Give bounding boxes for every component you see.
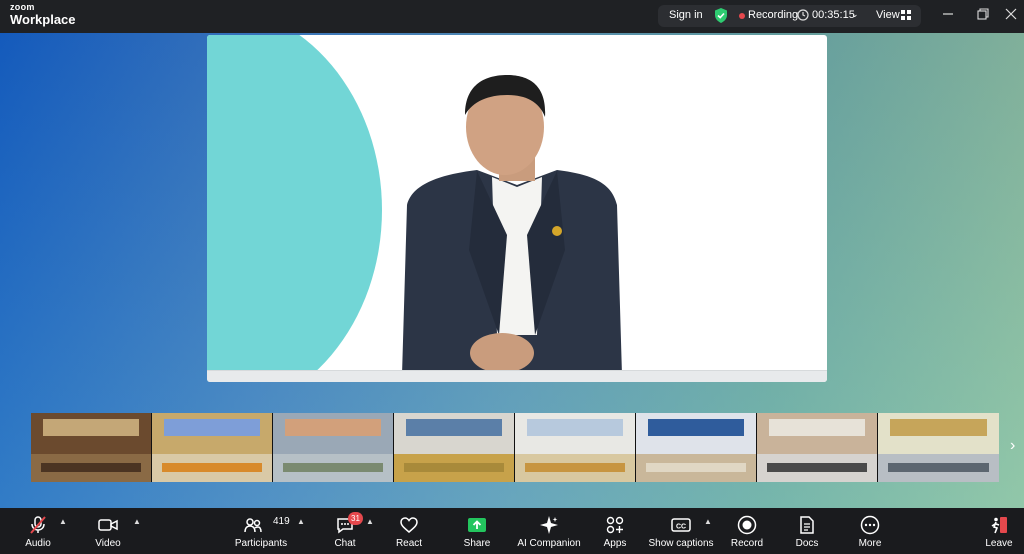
show-captions-button[interactable]: CC Show captions [648, 508, 714, 554]
docs-button[interactable]: Docs [791, 508, 823, 554]
audio-button[interactable]: Audio [22, 508, 54, 554]
chevron-right-icon[interactable]: › [1010, 437, 1015, 455]
participant-thumbnail[interactable] [273, 413, 394, 482]
active-speaker-video[interactable] [207, 35, 827, 382]
closed-captions-icon: CC [671, 518, 691, 532]
participant-thumbnail[interactable] [515, 413, 636, 482]
recording-label[interactable]: Recording [748, 9, 798, 21]
grid-view-icon[interactable] [901, 10, 911, 20]
leave-door-icon [991, 517, 1007, 534]
captions-options-caret-icon[interactable]: ▲ [704, 517, 712, 526]
participants-label: Participants [234, 538, 288, 549]
share-label: Share [463, 538, 491, 549]
more-button[interactable]: More [854, 508, 886, 554]
chat-options-caret-icon[interactable]: ▲ [366, 517, 374, 526]
participants-count: 419 [273, 516, 290, 527]
leave-button[interactable]: Leave [984, 508, 1014, 554]
record-icon [737, 515, 757, 535]
participant-thumbnail-strip [31, 413, 999, 482]
recording-dot-icon [739, 13, 745, 19]
leave-label: Leave [985, 538, 1013, 549]
sparkle-icon [540, 516, 558, 534]
share-screen-icon [468, 518, 486, 532]
minimize-icon[interactable] [940, 6, 956, 22]
svg-text:CC: CC [676, 524, 686, 531]
chevron-down-icon[interactable]: ⌄ [851, 9, 859, 20]
restore-icon[interactable] [975, 6, 991, 22]
docs-label: Docs [795, 538, 819, 549]
shield-check-icon[interactable] [714, 8, 728, 23]
audio-label: Audio [25, 538, 51, 549]
participant-thumbnail[interactable] [31, 413, 152, 482]
view-button[interactable]: View [876, 9, 900, 21]
participant-thumbnail[interactable] [878, 413, 999, 482]
desk-surface [207, 370, 827, 382]
more-dots-icon [860, 515, 880, 535]
record-button[interactable]: Record [730, 508, 764, 554]
record-label: Record [730, 538, 764, 549]
meeting-status-bar: Sign in Recording 00:35:15 ⌄ View [658, 5, 921, 27]
microphone-muted-icon [30, 516, 46, 534]
participant-thumbnail[interactable] [757, 413, 878, 482]
app-logo: zoom Workplace [10, 2, 76, 27]
share-button[interactable]: Share [461, 508, 493, 554]
audio-options-caret-icon[interactable]: ▲ [59, 517, 67, 526]
heart-icon [400, 517, 418, 533]
participants-button[interactable]: Participants [234, 508, 288, 554]
ai-companion-button[interactable]: AI Companion [517, 508, 581, 554]
video-camera-icon [98, 519, 118, 531]
meeting-timer: 00:35:15 [812, 9, 855, 21]
document-icon [800, 516, 814, 534]
close-icon[interactable] [1003, 6, 1019, 22]
react-label: React [395, 538, 423, 549]
participant-thumbnail[interactable] [636, 413, 757, 482]
speaker-figure [402, 75, 622, 375]
video-button[interactable]: Video [92, 508, 124, 554]
participants-icon [244, 518, 262, 533]
brand-bottom: Workplace [10, 12, 76, 27]
apps-label: Apps [603, 538, 627, 549]
apps-icon [606, 516, 624, 534]
show-captions-label: Show captions [648, 538, 714, 549]
meeting-toolbar: Audio ▲ Video ▲ Participants 419 ▲ Chat … [0, 508, 1024, 554]
participants-options-caret-icon[interactable]: ▲ [297, 517, 305, 526]
video-label: Video [95, 538, 121, 549]
participant-thumbnail[interactable] [152, 413, 273, 482]
more-label: More [858, 538, 882, 549]
react-button[interactable]: React [393, 508, 425, 554]
participant-thumbnail[interactable] [394, 413, 515, 482]
title-bar: zoom Workplace Sign in Recording 00:35:1… [0, 0, 1024, 33]
clock-icon [797, 9, 809, 21]
video-options-caret-icon[interactable]: ▲ [133, 517, 141, 526]
meeting-stage: › [0, 33, 1024, 508]
chat-unread-badge: 31 [348, 512, 363, 525]
sign-in-link[interactable]: Sign in [669, 9, 703, 21]
chat-label: Chat [334, 538, 356, 549]
apps-button[interactable]: Apps [599, 508, 631, 554]
brand-top: zoom [10, 2, 35, 12]
ai-companion-label: AI Companion [517, 538, 581, 549]
